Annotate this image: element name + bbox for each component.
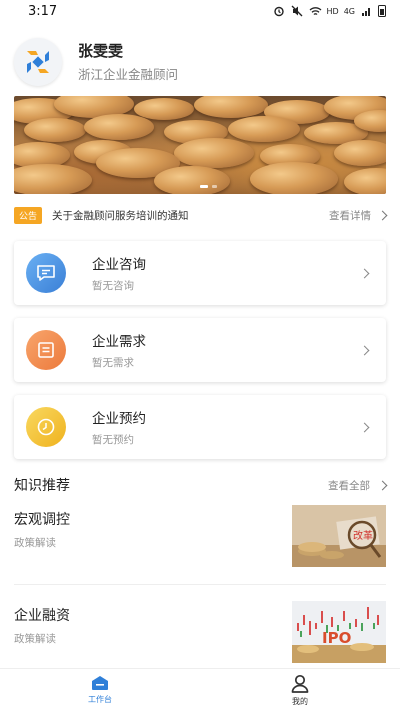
wifi-icon [309, 6, 322, 17]
view-all-label: 查看全部 [328, 479, 370, 492]
tab-mine[interactable]: 我的 [200, 669, 400, 711]
view-all-link[interactable]: 查看全部 [328, 478, 388, 493]
profile-subtitle: 浙江企业金融顾问 [78, 67, 179, 82]
carousel-indicator [200, 185, 217, 188]
network-label: HD [326, 6, 339, 16]
card-subtitle: 暂无需求 [92, 357, 134, 369]
user-icon [291, 674, 309, 693]
carousel-dot [200, 185, 208, 188]
carousel-dot [212, 185, 217, 188]
article-tag: 政策解读 [14, 537, 56, 549]
svg-text:IPO: IPO [322, 629, 351, 647]
notice-more-link[interactable]: 查看详情 [329, 208, 388, 223]
mute-icon [291, 5, 304, 17]
notice-more-label: 查看详情 [329, 209, 371, 222]
status-bar: 3:17 HD 4G [0, 0, 400, 22]
article-item[interactable]: 宏观调控 政策解读 改革 [14, 505, 386, 569]
article-thumbnail: IPO [292, 601, 386, 663]
card-subtitle: 暂无咨询 [92, 280, 134, 292]
brand-logo-icon [27, 51, 49, 73]
document-icon [26, 330, 66, 370]
message-icon [26, 253, 66, 293]
article-tag: 政策解读 [14, 633, 56, 645]
signal-label: 4G [343, 6, 355, 16]
notice-badge: 公告 [14, 206, 43, 224]
chevron-right-icon [359, 345, 370, 355]
section-title: 知识推荐 [14, 478, 70, 494]
knowledge-section-header: 知识推荐 查看全部 [14, 475, 388, 495]
card-enterprise-demand[interactable]: 企业需求 暂无需求 [14, 318, 386, 382]
avatar[interactable] [14, 38, 62, 86]
status-time: 3:17 [28, 3, 58, 19]
profile-header[interactable]: 张雯雯 浙江企业金融顾问 [14, 38, 178, 86]
chevron-right-icon [359, 422, 370, 432]
card-enterprise-consult[interactable]: 企业咨询 暂无咨询 [14, 241, 386, 305]
card-enterprise-appointment[interactable]: 企业预约 暂无预约 [14, 395, 386, 459]
notice-bar[interactable]: 公告 关于金融顾问服务培训的通知 查看详情 [14, 206, 388, 224]
signal-icon [360, 6, 373, 17]
divider [14, 584, 386, 585]
article-item[interactable]: 企业融资 政策解读 IPO [14, 601, 386, 665]
banner-carousel[interactable] [14, 96, 386, 194]
article-thumbnail: 改革 [292, 505, 386, 567]
tab-label: 我的 [292, 697, 308, 706]
clock-icon [26, 407, 66, 447]
svg-text:改革: 改革 [353, 529, 373, 542]
chevron-right-icon [359, 268, 370, 278]
card-subtitle: 暂无预约 [92, 434, 134, 446]
alarm-icon [273, 6, 286, 17]
article-title: 企业融资 [14, 608, 70, 624]
bottom-tab-bar: 工作台 我的 [0, 668, 400, 711]
card-title: 企业需求 [92, 334, 146, 350]
notice-text[interactable]: 关于金融顾问服务培训的通知 [52, 208, 329, 223]
article-title: 宏观调控 [14, 512, 70, 528]
card-title: 企业预约 [92, 411, 146, 427]
card-title: 企业咨询 [92, 257, 146, 273]
chevron-right-icon [377, 210, 388, 220]
status-icons: HD 4G [273, 5, 386, 17]
profile-name: 张雯雯 [78, 42, 124, 60]
battery-icon [378, 5, 386, 17]
tab-workbench[interactable]: 工作台 [0, 669, 200, 711]
chevron-right-icon [377, 480, 388, 490]
workbench-icon [92, 676, 108, 690]
tab-label: 工作台 [88, 695, 112, 704]
